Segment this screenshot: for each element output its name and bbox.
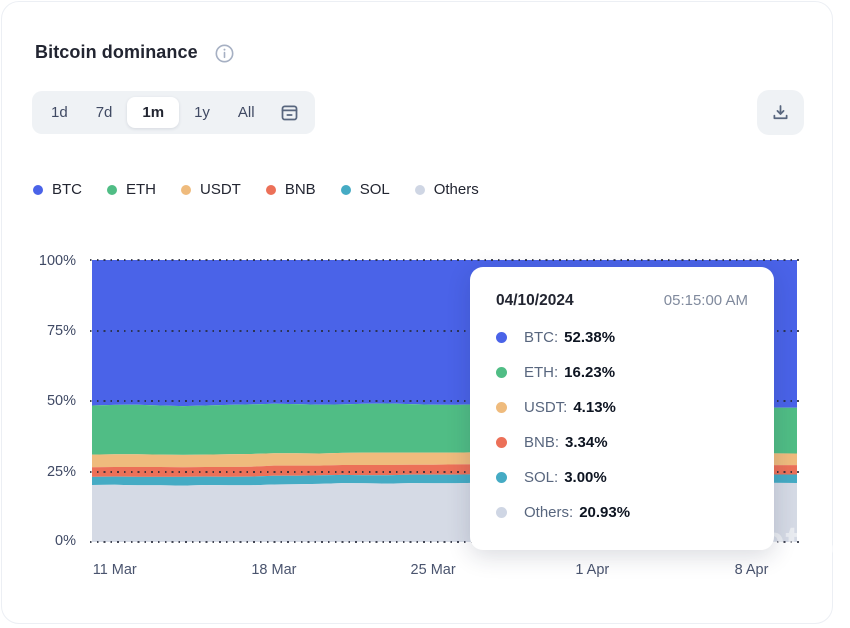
range-button-1d[interactable]: 1d xyxy=(38,97,81,128)
download-icon xyxy=(773,105,788,120)
y-tick: 0% xyxy=(55,533,76,549)
btc-dot xyxy=(496,331,507,343)
others-dot xyxy=(414,184,425,195)
y-axis: 100% 75% 50% 25% 0% xyxy=(26,253,76,549)
range-button-1m[interactable]: 1m xyxy=(127,97,180,128)
legend-item-others[interactable]: Others xyxy=(414,181,479,198)
tooltip-row-bnb: BNB: 3.34% xyxy=(496,432,748,452)
chart-tooltip: 04/10/2024 05:15:00 AM BTC: 52.38% ETH: … xyxy=(470,267,774,550)
legend-item-bnb[interactable]: BNB xyxy=(265,181,316,198)
legend-item-eth[interactable]: ETH xyxy=(107,181,156,198)
download-button[interactable] xyxy=(757,90,804,135)
tooltip-row-eth: ETH: 16.23% xyxy=(496,362,748,382)
y-tick: 50% xyxy=(46,393,76,409)
chart-legend: BTC ETH USDT BNB SOL Others xyxy=(33,181,479,198)
y-tick: 75% xyxy=(46,322,76,339)
info-icon[interactable] xyxy=(215,44,234,63)
legend-item-btc[interactable]: BTC xyxy=(33,181,82,198)
tooltip-row-btc: BTC: 52.38% xyxy=(496,327,748,347)
range-button-7d[interactable]: 7d xyxy=(83,97,126,128)
others-dot xyxy=(496,506,507,518)
y-tick: 100% xyxy=(38,253,76,269)
range-button-all[interactable]: All xyxy=(225,97,268,128)
eth-dot xyxy=(496,366,507,378)
bnb-dot xyxy=(265,184,276,195)
tooltip-row-others: Others: 20.93% xyxy=(496,502,748,522)
x-tick: 1 Apr xyxy=(575,562,610,578)
time-range-selector: 1d 7d 1m 1y All xyxy=(32,91,315,134)
eth-dot xyxy=(107,184,117,195)
legend-item-usdt[interactable]: USDT xyxy=(181,181,241,198)
usdt-dot xyxy=(181,184,191,195)
x-tick: 25 Mar xyxy=(410,562,456,578)
tooltip-row-sol: SOL: 3.00% xyxy=(496,467,748,487)
legend-item-sol[interactable]: SOL xyxy=(340,181,390,198)
sol-dot xyxy=(340,184,351,195)
bnb-dot xyxy=(496,436,507,448)
x-tick: 18 Mar xyxy=(251,562,297,578)
calendar-icon[interactable] xyxy=(270,95,309,131)
range-button-1y[interactable]: 1y xyxy=(181,97,223,128)
tooltip-row-usdt: USDT: 4.13% xyxy=(496,397,748,417)
y-tick: 25% xyxy=(46,463,76,480)
sol-dot xyxy=(496,471,507,483)
page-title: Bitcoin dominance xyxy=(35,42,198,62)
x-tick: 8 Apr xyxy=(734,562,769,578)
tooltip-time: 05:15:00 AM xyxy=(663,292,748,309)
bitcoin-dominance-card: Bitcoin dominance 1d 7d 1m 1y All BTC ET… xyxy=(1,1,850,624)
usdt-dot xyxy=(496,401,507,413)
x-tick: 11 Mar xyxy=(92,562,137,578)
btc-dot xyxy=(33,184,43,195)
x-axis: 11 Mar 18 Mar 25 Mar 1 Apr 8 Apr xyxy=(92,562,797,582)
tooltip-date: 04/10/2024 xyxy=(496,292,574,309)
